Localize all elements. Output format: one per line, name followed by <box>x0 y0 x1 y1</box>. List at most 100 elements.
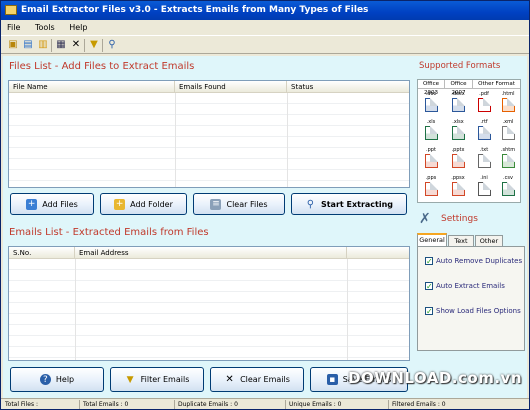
format-item: .doc <box>419 91 443 115</box>
list-icon[interactable]: ▦ <box>55 39 67 51</box>
toolbar-separator <box>51 39 52 52</box>
status-total-files: Total Files : <box>5 401 39 408</box>
format-item: .rtf <box>472 119 496 143</box>
file-type-icon <box>424 98 438 112</box>
menu-tools[interactable]: Tools <box>29 20 61 35</box>
menu-bar: File Tools Help <box>1 20 529 35</box>
toolbar: ▣ ▤ ▥ ▦ ✕ ▼ ⚲ <box>1 35 529 54</box>
files-table[interactable]: File Name Emails Found Status <box>8 80 410 188</box>
format-item: .txt <box>472 147 496 171</box>
column-divider <box>175 93 176 187</box>
help-icon: ? <box>39 374 51 385</box>
filter-emails-button[interactable]: ▼ Filter Emails <box>110 367 204 392</box>
clear-files-label: Clear Files <box>226 199 268 209</box>
file-type-icon <box>451 182 465 196</box>
status-divider <box>285 400 286 409</box>
tab-general[interactable]: General <box>417 233 447 247</box>
menu-file[interactable]: File <box>1 20 26 35</box>
column-divider <box>75 259 76 360</box>
help-button[interactable]: ? Help <box>10 367 104 392</box>
menu-help[interactable]: Help <box>63 20 93 35</box>
status-total-emails: Total Emails : 0 <box>83 401 129 408</box>
column-status[interactable]: Status <box>287 81 411 93</box>
search-icon[interactable]: ⚲ <box>106 39 118 51</box>
status-divider <box>388 400 389 409</box>
title-bar: Email Extractor Files v3.0 - Extracts Em… <box>1 1 529 20</box>
auto-extract-emails-label: Auto Extract Emails <box>436 282 505 290</box>
file-type-icon <box>501 182 515 196</box>
clear-list-icon: ≡ <box>210 198 222 210</box>
show-load-files-label: Show Load Files Options <box>436 307 521 315</box>
folder-open-icon[interactable]: ▣ <box>7 39 19 51</box>
delete-icon[interactable]: ✕ <box>70 39 82 51</box>
column-file-name[interactable]: File Name <box>9 81 175 93</box>
clear-emails-label: Clear Emails <box>240 375 290 384</box>
clear-emails-button[interactable]: ✕ Clear Emails <box>210 367 304 392</box>
format-extension-label: .docx <box>451 91 465 97</box>
supported-formats-panel: Office 2003 Office 2007 Other Format .do… <box>417 79 521 203</box>
emails-table-header: S.No. Email Address <box>9 247 409 259</box>
format-extension-label: .shtm <box>500 147 516 153</box>
format-item: .xls <box>419 119 443 143</box>
column-email-address[interactable]: Email Address <box>75 247 347 259</box>
file-type-icon <box>451 98 465 112</box>
format-extension-label: .xml <box>502 119 514 125</box>
file-type-icon <box>501 98 515 112</box>
add-folder-icon[interactable]: ▥ <box>37 39 49 51</box>
status-unique-emails: Unique Emails : 0 <box>289 401 342 408</box>
add-files-icon[interactable]: ▤ <box>22 39 34 51</box>
settings-panel: ✓ Auto Remove Duplicates ✓ Auto Extract … <box>417 246 525 351</box>
file-type-icon <box>451 126 465 140</box>
delete-icon: ✕ <box>225 374 234 385</box>
settings-title: Settings <box>441 214 478 224</box>
column-divider <box>287 93 288 187</box>
filter-emails-label: Filter Emails <box>140 375 190 384</box>
show-load-files-checkbox[interactable]: ✓ <box>425 307 433 316</box>
format-extension-label: .pptx <box>451 147 465 153</box>
help-label: Help <box>55 375 75 384</box>
add-folder-button[interactable]: + Add Folder <box>100 193 187 215</box>
column-emails-found[interactable]: Emails Found <box>175 81 287 93</box>
app-window: Email Extractor Files v3.0 - Extracts Em… <box>0 0 530 410</box>
add-files-icon: + <box>26 198 38 210</box>
files-table-header: File Name Emails Found Status <box>9 81 409 93</box>
format-extension-label: .doc <box>425 91 437 97</box>
format-item: .xlsx <box>446 119 470 143</box>
filter-icon[interactable]: ▼ <box>88 39 100 51</box>
toolbar-separator <box>102 39 103 52</box>
column-divider <box>347 259 348 360</box>
add-files-button[interactable]: + Add Files <box>10 193 94 215</box>
status-filtered-emails: Filtered Emails : 0 <box>392 401 446 408</box>
main-client-area: Files List - Add Files to Extract Emails… <box>3 56 527 398</box>
file-type-icon <box>451 154 465 168</box>
settings-header: ✗ Settings <box>419 211 519 229</box>
format-extension-label: .pdf <box>479 91 489 97</box>
settings-tabs: General Text Other <box>417 233 525 247</box>
start-extracting-label: Start Extracting <box>320 199 394 209</box>
toolbar-separator <box>84 39 85 52</box>
add-folder-label: Add Folder <box>130 199 173 209</box>
start-extracting-button[interactable]: ⚲ Start Extracting <box>291 193 407 215</box>
format-extension-label: .html <box>501 91 515 97</box>
clear-files-button[interactable]: ≡ Clear Files <box>193 193 285 215</box>
file-type-icon <box>477 98 491 112</box>
file-type-icon <box>477 126 491 140</box>
format-item: .html <box>496 91 520 115</box>
emails-table-body <box>9 259 409 360</box>
supported-formats-title: Supported Formats <box>419 61 501 71</box>
format-header-other: Other Format <box>473 80 520 89</box>
format-extension-label: .ppt <box>426 147 436 153</box>
column-serial-number[interactable]: S.No. <box>9 247 75 259</box>
status-divider <box>174 400 175 409</box>
auto-extract-emails-checkbox[interactable]: ✓ <box>425 282 433 291</box>
magnifier-icon: ⚲ <box>306 198 315 210</box>
wrench-icon: ✗ <box>419 211 431 227</box>
emails-table[interactable]: S.No. Email Address <box>8 246 410 361</box>
format-extension-label: .xls <box>426 119 436 125</box>
auto-remove-duplicates-checkbox[interactable]: ✓ <box>425 257 433 266</box>
format-item: .pdf <box>472 91 496 115</box>
folder-icon: + <box>114 198 126 210</box>
file-type-icon <box>424 182 438 196</box>
file-type-icon <box>424 154 438 168</box>
format-item: .ppt <box>419 147 443 171</box>
